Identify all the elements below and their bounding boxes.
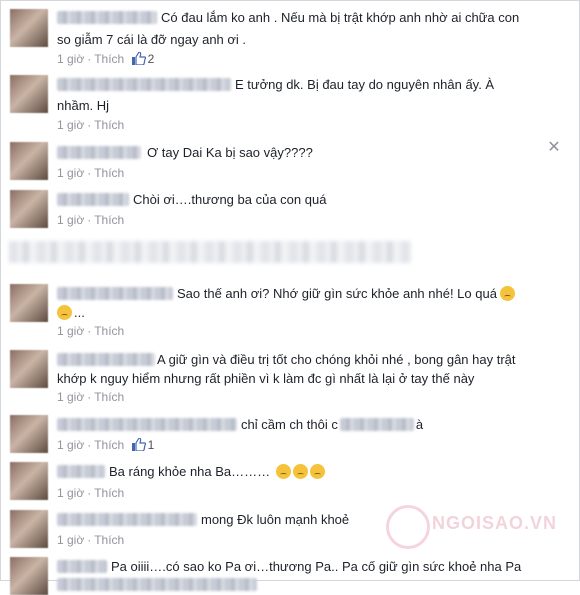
comment-meta: 1 giờ · Thích: [57, 532, 124, 548]
like-link[interactable]: Thích: [94, 52, 124, 66]
watermark-circle: [386, 505, 430, 549]
avatar[interactable]: [10, 142, 48, 180]
sad-face-icon: [293, 464, 309, 479]
comment-text-content: Ba ráng khỏe nha Ba………: [109, 464, 271, 479]
avatar[interactable]: [10, 75, 48, 113]
comment-time[interactable]: 1 giờ: [57, 533, 84, 547]
commenter-name[interactable]: [57, 11, 157, 24]
comment-time[interactable]: 1 giờ: [57, 324, 84, 338]
comment-time[interactable]: 1 giờ: [57, 438, 84, 452]
comment-text-line2: nhầm. Hj: [57, 98, 110, 113]
sad-face-icon: [499, 286, 515, 301]
watermark-text: NGOISAO.VN: [432, 513, 558, 533]
like-count[interactable]: 2: [148, 52, 155, 66]
commenter-name[interactable]: [57, 146, 141, 159]
comment-time[interactable]: 1 giờ: [57, 486, 84, 500]
commenter-name[interactable]: [57, 353, 155, 366]
comment-text: A giữ gìn và điều trị tốt cho chóng khỏi…: [157, 352, 516, 367]
comment-text-line2: so giẫm 7 cái là đỡ ngay anh ơi .: [57, 32, 247, 47]
like-link[interactable]: Thích: [94, 533, 124, 547]
sad-face-icon: [276, 464, 292, 479]
comment-time[interactable]: 1 giờ: [57, 52, 84, 66]
avatar[interactable]: [10, 190, 48, 228]
sad-face-icon: [310, 464, 326, 479]
avatar[interactable]: [10, 557, 48, 595]
comment-text: E tưởng dk. Bị đau tay do nguyên nhân ấy…: [235, 77, 495, 92]
meta-separator: ·: [87, 533, 92, 547]
comment-panel: Có đau lắm ko anh . Nếu mà bị trật khớp …: [0, 0, 580, 595]
comment-meta: 1 giờ · Thích: [57, 117, 124, 133]
watermark-logo: NGOISAO.VN: [386, 501, 576, 551]
like-link[interactable]: Thích: [94, 390, 124, 404]
like-link[interactable]: Thích: [94, 438, 124, 452]
meta-separator: ·: [87, 324, 92, 338]
meta-separator: ·: [87, 52, 92, 66]
comment-time[interactable]: 1 giờ: [57, 213, 84, 227]
avatar[interactable]: [10, 9, 48, 47]
comment-text-content: Sao thế anh ơi? Nhớ giữ gìn sức khỏe anh…: [177, 286, 497, 301]
meta-separator: ·: [87, 166, 92, 180]
comment-text-line2: ...: [57, 303, 85, 322]
thumbs-up-icon: [131, 52, 146, 65]
comment-text-line2: khớp k nguy hiểm nhưng rất phiền vì k là…: [57, 371, 475, 386]
avatar[interactable]: [10, 350, 48, 388]
blurred-text: [57, 578, 257, 591]
comment-time[interactable]: 1 giờ: [57, 166, 84, 180]
redacted-name: [339, 418, 414, 431]
comment-text: mong Đk luôn mạnh khoẻ: [201, 512, 350, 527]
avatar[interactable]: [10, 462, 48, 500]
comment-text: Chòi ơi….thương ba của con quá: [133, 192, 327, 207]
commenter-name[interactable]: [57, 513, 197, 526]
comment-text: Ơ tay Dai Ka bị sao vậy????: [147, 145, 313, 160]
close-icon[interactable]: ✕: [547, 140, 561, 156]
comment-meta: 1 giờ · Thích: [57, 389, 124, 405]
comment-meta: 1 giờ · Thích 1: [57, 437, 154, 453]
comment-text-end: à: [415, 417, 424, 432]
commenter-name[interactable]: [57, 193, 129, 206]
commenter-name[interactable]: [57, 560, 107, 573]
comment-text: Ba ráng khỏe nha Ba………: [109, 462, 327, 481]
like-link[interactable]: Thích: [94, 213, 124, 227]
blurred-comment: [9, 241, 411, 263]
sad-face-icon: [57, 305, 72, 320]
comment-text-content: ...: [74, 305, 85, 320]
commenter-name[interactable]: [57, 287, 173, 300]
meta-separator: ·: [87, 213, 92, 227]
like-link[interactable]: Thích: [94, 486, 124, 500]
avatar[interactable]: [10, 510, 48, 548]
meta-separator: ·: [87, 486, 92, 500]
comment-meta: 1 giờ · Thích: [57, 485, 124, 501]
like-count[interactable]: 1: [148, 438, 155, 452]
meta-separator: ·: [87, 438, 92, 452]
comment-time[interactable]: 1 giờ: [57, 390, 84, 404]
comment-text: chỉ cầm ch thôi c à: [241, 415, 423, 434]
comment-text-content: chỉ cầm ch thôi c: [241, 417, 338, 432]
commenter-name[interactable]: [57, 78, 231, 91]
comment-text: Pa oiiii….có sao ko Pa ơi…thương Pa.. Pa…: [111, 559, 522, 574]
comment-meta: 1 giờ · Thích: [57, 212, 124, 228]
like-link[interactable]: Thích: [94, 118, 124, 132]
meta-separator: ·: [87, 390, 92, 404]
comment-time[interactable]: 1 giờ: [57, 118, 84, 132]
like-link[interactable]: Thích: [94, 166, 124, 180]
comment-text: Có đau lắm ko anh . Nếu mà bị trật khớp …: [161, 10, 520, 25]
comment-meta: 1 giờ · Thích 2: [57, 51, 154, 67]
meta-separator: ·: [87, 118, 92, 132]
comment-meta: 1 giờ · Thích: [57, 165, 124, 181]
commenter-name[interactable]: [57, 465, 105, 478]
comment-meta: 1 giờ · Thích: [57, 323, 124, 339]
avatar[interactable]: [10, 284, 48, 322]
like-link[interactable]: Thích: [94, 324, 124, 338]
commenter-name[interactable]: [57, 418, 237, 431]
thumbs-up-icon: [131, 438, 146, 451]
comment-text: Sao thế anh ơi? Nhớ giữ gìn sức khỏe anh…: [177, 284, 517, 303]
avatar[interactable]: [10, 415, 48, 453]
